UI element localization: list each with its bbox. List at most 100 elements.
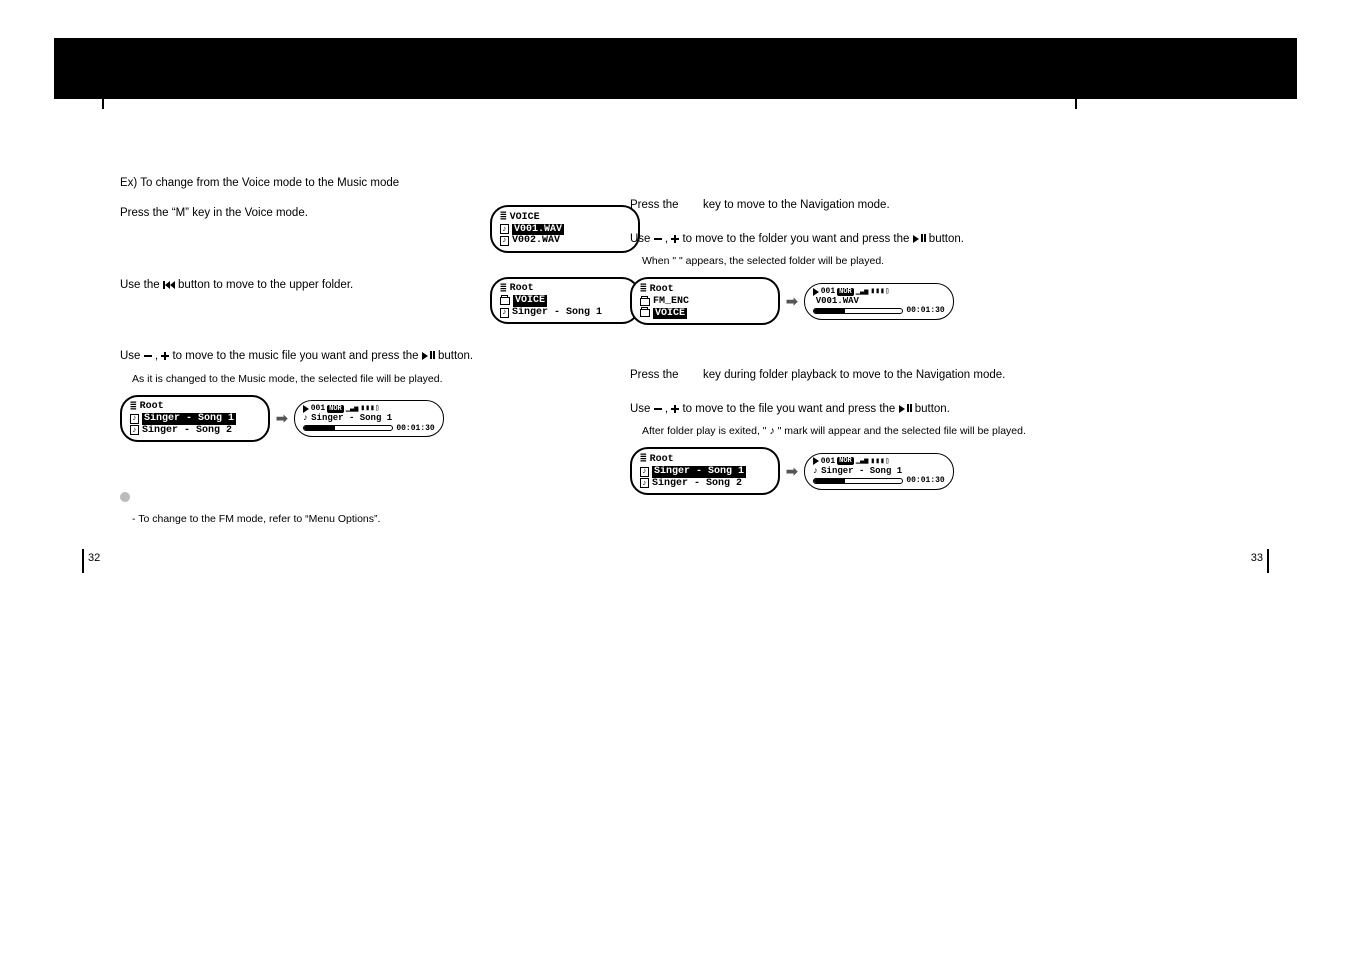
music-file-icon: ♪ xyxy=(500,224,509,234)
r4c: button. xyxy=(915,403,950,415)
page-left: Ex) To change from the Voice mode to the… xyxy=(120,175,640,525)
lcd2-l2: VOICE xyxy=(513,295,547,307)
play-icon xyxy=(813,457,819,465)
battery-icon: ▮▮▮▯ xyxy=(870,457,889,466)
note-icon: ♪ xyxy=(769,425,774,437)
nor-badge: NOR xyxy=(327,405,344,413)
music-file-icon: ♪ xyxy=(130,425,139,435)
skip-back-icon xyxy=(163,281,175,289)
list-icon xyxy=(640,283,647,296)
page-number-right: 33 xyxy=(1251,552,1263,564)
play-icon xyxy=(813,288,819,296)
minus-icon xyxy=(654,238,662,240)
right-display-group-a: Root FM_ENC VOICE ➡ 001 NOR ▁▃▅ ▮▮▮▯ V00… xyxy=(630,277,1150,325)
lcdB-l2: Singer - Song 1 xyxy=(652,466,746,478)
minus-icon xyxy=(144,355,152,357)
arrow-icon: ➡ xyxy=(786,463,798,480)
left-step3-sub: As it is changed to the Music mode, the … xyxy=(132,373,640,385)
music-file-icon: ♪ xyxy=(640,467,649,477)
header-tick-right xyxy=(1075,99,1077,109)
header-tick-left xyxy=(102,99,104,109)
list-icon xyxy=(130,401,137,414)
play-title: V001.WAV xyxy=(816,296,859,306)
plus-icon xyxy=(161,352,169,360)
lcd3-l1: Root xyxy=(140,401,164,413)
plus-icon xyxy=(671,405,679,413)
note-box: - To change to the FM mode, refer to “Me… xyxy=(120,492,640,525)
left-step2-a: Use the xyxy=(120,279,163,291)
r4sb: " mark will appear and the selected file… xyxy=(778,425,1026,437)
lcd1-l1: VOICE xyxy=(510,212,540,224)
nor-badge: NOR xyxy=(837,457,854,465)
play-pause-icon xyxy=(899,403,912,415)
example-line: Ex) To change from the Voice mode to the… xyxy=(120,175,640,191)
note-bullet-icon xyxy=(120,492,130,502)
music-file-icon: ♪ xyxy=(500,236,509,246)
left-step3-c: button. xyxy=(438,350,473,362)
lcd-root-voice: Root VOICE ♪ Singer - Song 1 xyxy=(490,277,640,325)
left-step3: Use , to move to the music file you want… xyxy=(120,348,640,364)
battery-icon: ▮▮▮▯ xyxy=(870,287,889,296)
arrow-icon: ➡ xyxy=(276,410,288,427)
lcdB-l1: Root xyxy=(650,454,674,466)
play-time: 00:01:30 xyxy=(906,476,944,485)
battery-icon: ▮▮▮▯ xyxy=(360,404,379,413)
lcd-playback-left: 001 NOR ▁▃▅ ▮▮▮▯ ♪Singer - Song 1 00:01:… xyxy=(294,400,444,437)
lcdA-l2: FM_ENC xyxy=(653,296,689,308)
lcd2-l1: Root xyxy=(510,283,534,295)
arrow-icon: ➡ xyxy=(786,293,798,310)
folder-icon xyxy=(640,309,650,317)
note-icon: ♪ xyxy=(303,413,308,423)
lcd1-l3: V002.WAV xyxy=(512,235,560,247)
left-step1: Press the “M” key in the Voice mode. xyxy=(120,205,460,221)
progress-bar xyxy=(303,425,394,431)
lcdA-l1: Root xyxy=(650,284,674,296)
eq-icon: ▁▃▅ xyxy=(856,288,869,296)
page-number-left: 32 xyxy=(88,552,100,564)
list-icon xyxy=(640,453,647,466)
r1b: key to move to the Navigation mode. xyxy=(703,199,890,211)
r3a: Press the xyxy=(630,369,682,381)
right-display-group-b: Root ♪ Singer - Song 1 ♪ Singer - Song 2… xyxy=(630,447,1150,495)
lcd1-l2: V001.WAV xyxy=(512,224,564,236)
lcd2-l3: Singer - Song 1 xyxy=(512,307,602,319)
minus-icon xyxy=(654,408,662,410)
lcd3-l2: Singer - Song 1 xyxy=(142,413,236,425)
page-right: Press the key to move to the Navigation … xyxy=(630,175,1150,495)
right-step4: Use , to move to the file you want and p… xyxy=(630,401,1150,417)
lcdB-l3: Singer - Song 2 xyxy=(652,478,742,490)
play-time: 00:01:30 xyxy=(906,306,944,315)
plus-icon xyxy=(671,235,679,243)
r2a: Use xyxy=(630,233,654,245)
lcd-playback-right-b: 001 NOR ▁▃▅ ▮▮▮▯ ♪Singer - Song 1 00:01:… xyxy=(804,453,954,490)
r4b: to move to the file you want and press t… xyxy=(682,403,898,415)
music-file-icon: ♪ xyxy=(500,308,509,318)
play-pause-icon xyxy=(422,350,435,362)
track-number: 001 xyxy=(821,457,835,466)
left-step2-b: button to move to the upper folder. xyxy=(178,279,353,291)
eq-icon: ▁▃▅ xyxy=(346,405,359,413)
note-text: - To change to the FM mode, refer to “Me… xyxy=(132,513,640,525)
lcd-root-folders: Root FM_ENC VOICE xyxy=(630,277,780,325)
eq-icon: ▁▃▅ xyxy=(856,457,869,465)
music-file-icon: ♪ xyxy=(130,414,139,424)
right-step2-sub: When " " appears, the selected folder wi… xyxy=(642,255,1150,267)
left-step2: Use the button to move to the upper fold… xyxy=(120,277,460,293)
track-number: 001 xyxy=(821,287,835,296)
play-title: Singer - Song 1 xyxy=(311,413,392,423)
r4sa: After folder play is exited, " xyxy=(642,425,769,437)
r2sa: When " xyxy=(642,255,679,267)
play-title: Singer - Song 1 xyxy=(821,466,902,476)
lcd-playback-right-a: 001 NOR ▁▃▅ ▮▮▮▯ V001.WAV 00:01:30 xyxy=(804,283,954,320)
track-number: 001 xyxy=(311,404,325,413)
list-icon xyxy=(500,283,507,296)
r3b: key during folder playback to move to th… xyxy=(703,369,1005,381)
note-icon: ♪ xyxy=(813,466,818,476)
play-time: 00:01:30 xyxy=(396,424,434,433)
play-icon xyxy=(303,405,309,413)
right-step3: Press the key during folder playback to … xyxy=(630,367,1150,383)
lcd-voice-list: VOICE ♪ V001.WAV ♪ V002.WAV xyxy=(490,205,640,253)
r1a: Press the xyxy=(630,199,682,211)
folder-icon xyxy=(500,297,510,305)
list-icon xyxy=(500,211,507,224)
